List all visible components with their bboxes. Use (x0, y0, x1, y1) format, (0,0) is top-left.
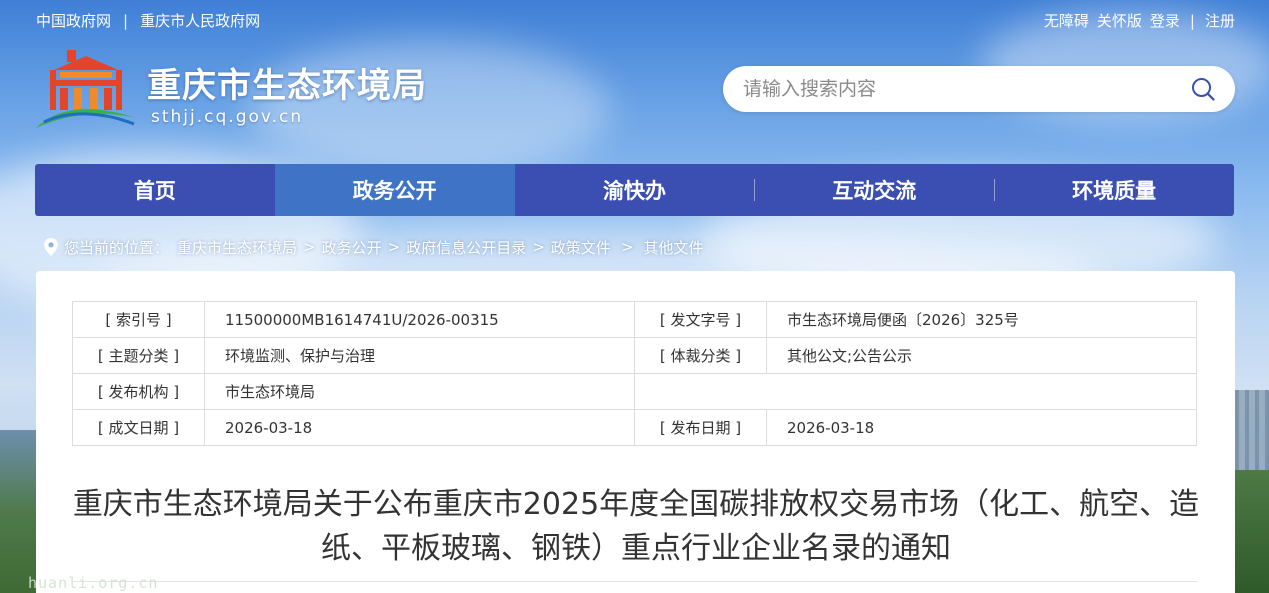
meta-key: [ 成文日期 ] (72, 409, 205, 446)
table-row: [ 索引号 ] 11500000MB1614741U/2026-00315 [ … (72, 301, 1197, 338)
meta-key: [ 索引号 ] (72, 301, 205, 338)
nav-yukuaiban[interactable]: 渝快办 (515, 164, 755, 216)
meta-value: 其他公文;公告公示 (766, 337, 1197, 374)
meta-value: 2026-03-18 (766, 409, 1197, 446)
site-domain: sthjj.cq.gov.cn (151, 107, 304, 127)
link-gov-cn[interactable]: 中国政府网 (36, 10, 111, 31)
breadcrumb-separator: > (303, 238, 316, 256)
care-mode-link[interactable]: 关怀版 (1097, 10, 1142, 31)
emblem-icon (36, 50, 136, 128)
link-cq-gov[interactable]: 重庆市人民政府网 (140, 10, 260, 31)
breadcrumb-item-other[interactable]: 其他文件 (643, 237, 703, 258)
document-title-line2: 纸、平板玻璃、钢铁）重点行业企业名录的通知 (321, 531, 951, 566)
breadcrumb-prefix: 您当前的位置： (64, 238, 170, 257)
breadcrumb-item-home[interactable]: 重庆市生态环境局 (177, 237, 297, 258)
title-divider (72, 581, 1197, 582)
meta-value: 11500000MB1614741U/2026-00315 (204, 301, 635, 338)
meta-empty-cell (634, 373, 1197, 410)
meta-value: 2026-03-18 (204, 409, 635, 446)
search-icon[interactable] (1191, 77, 1215, 101)
nav-government-affairs[interactable]: 政务公开 (274, 164, 515, 216)
meta-value: 市生态环境局便函〔2026〕325号 (766, 301, 1197, 338)
breadcrumb-separator: > (620, 238, 634, 256)
accessibility-link[interactable]: 无障碍 (1044, 10, 1089, 31)
table-row: [ 成文日期 ] 2026-03-18 [ 发布日期 ] 2026-03-18 (72, 409, 1197, 446)
meta-key: [ 发文字号 ] (634, 301, 767, 338)
meta-key: [ 发布机构 ] (72, 373, 205, 410)
breadcrumb-item-affairs[interactable]: 政务公开 (322, 237, 382, 258)
document-title-line1: 重庆市生态环境局关于公布重庆市2025年度全国碳排放权交易市场（化工、航空、造 (72, 487, 1200, 522)
site-title: 重庆市生态环境局 (147, 66, 427, 106)
meta-key: [ 体裁分类 ] (634, 337, 767, 374)
meta-key: [ 发布日期 ] (634, 409, 767, 446)
nav-environment-quality[interactable]: 环境质量 (994, 164, 1234, 216)
document-title: 重庆市生态环境局关于公布重庆市2025年度全国碳排放权交易市场（化工、航空、造 … (66, 483, 1206, 571)
topbar-separator: | (123, 11, 129, 30)
document-meta-table: [ 索引号 ] 11500000MB1614741U/2026-00315 [ … (72, 301, 1197, 446)
search-input[interactable] (743, 74, 1183, 104)
location-pin-icon (44, 238, 58, 256)
meta-value: 市生态环境局 (204, 373, 635, 410)
table-row: [ 主题分类 ] 环境监测、保护与治理 [ 体裁分类 ] 其他公文;公告公示 (72, 337, 1197, 374)
table-row: [ 发布机构 ] 市生态环境局 (72, 373, 1197, 410)
breadcrumb-item-catalog[interactable]: 政府信息公开目录 (406, 237, 526, 258)
register-link[interactable]: 注册 (1205, 10, 1235, 31)
breadcrumb: 您当前的位置： 重庆市生态环境局 > 政务公开 > 政府信息公开目录 > 政策文… (44, 236, 703, 258)
topbar-separator: | (1189, 11, 1195, 30)
breadcrumb-item-policy[interactable]: 政策文件 (551, 237, 611, 258)
meta-value: 环境监测、保护与治理 (204, 337, 635, 374)
main-nav: 首页 政务公开 渝快办 互动交流 环境质量 (35, 164, 1234, 216)
watermark-text: huanli.org.cn (28, 574, 159, 592)
nav-home[interactable]: 首页 (35, 164, 275, 216)
site-logo[interactable]: 重庆市生态环境局 sthjj.cq.gov.cn (34, 46, 454, 132)
top-bar: 中国政府网 | 重庆市人民政府网 无障碍 关怀版 登录 | 注册 (36, 10, 1235, 32)
content-card: [ 索引号 ] 11500000MB1614741U/2026-00315 [ … (36, 271, 1235, 593)
login-link[interactable]: 登录 (1150, 10, 1180, 31)
nav-interaction[interactable]: 互动交流 (754, 164, 994, 216)
search-box (723, 66, 1235, 112)
breadcrumb-separator: > (532, 238, 545, 256)
breadcrumb-separator: > (387, 238, 401, 256)
meta-key: [ 主题分类 ] (72, 337, 205, 374)
